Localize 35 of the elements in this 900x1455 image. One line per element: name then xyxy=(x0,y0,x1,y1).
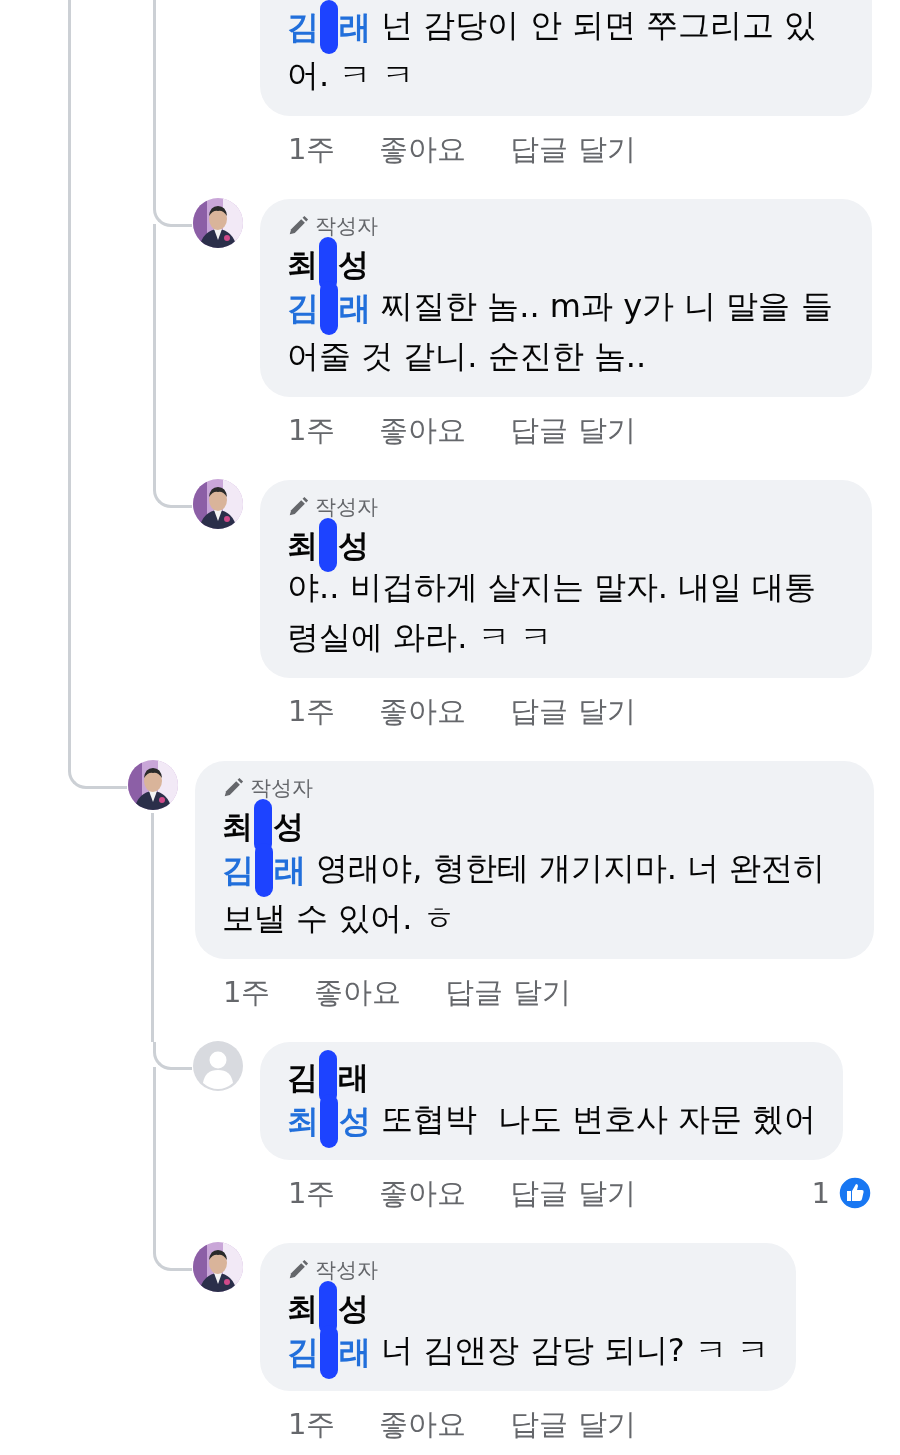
like-link[interactable]: 좋아요 xyxy=(379,407,467,453)
mention-link[interactable]: 김 래 xyxy=(287,281,371,335)
pencil-icon xyxy=(222,777,244,799)
like-link[interactable]: 좋아요 xyxy=(379,126,467,172)
like-link[interactable]: 좋아요 xyxy=(379,1170,467,1216)
redaction-mark xyxy=(320,0,338,54)
mention-link[interactable]: 김 래 xyxy=(222,843,306,897)
comment-text: 김 래 넌 감당이 안 되면 쭈그리고 있어. ㅋ ㅋ xyxy=(287,0,845,100)
like-link[interactable]: 좋아요 xyxy=(379,688,467,734)
reply-link[interactable]: 답글 달기 xyxy=(445,969,571,1015)
reply-link[interactable]: 답글 달기 xyxy=(510,688,636,734)
comment-text: 김 래 영래야, 형한테 개기지마. 너 완전히 보낼 수 있어. ㅎ xyxy=(222,843,847,943)
redaction-mark xyxy=(319,517,337,572)
comment-text: 김 래 찌질한 놈.. m과 y가 니 말을 들어줄 것 같니. 순진한 놈.. xyxy=(287,281,845,381)
timestamp[interactable]: 1주 xyxy=(288,407,336,453)
reaction-count[interactable]: 1 xyxy=(811,1170,830,1216)
reply-link[interactable]: 답글 달기 xyxy=(510,1170,636,1216)
mention-link[interactable]: 김 래 xyxy=(287,0,371,54)
like-link[interactable]: 좋아요 xyxy=(379,1401,467,1447)
author-label: 작성자 xyxy=(315,213,378,240)
author-label: 작성자 xyxy=(315,1257,378,1284)
like-link[interactable]: 좋아요 xyxy=(314,969,402,1015)
reply-link[interactable]: 답글 달기 xyxy=(510,407,636,453)
pencil-icon xyxy=(287,496,309,518)
reply-link[interactable]: 답글 달기 xyxy=(510,1401,636,1447)
author-label: 작성자 xyxy=(250,775,313,802)
reply-link[interactable]: 답글 달기 xyxy=(510,126,636,172)
pencil-icon xyxy=(287,215,309,237)
pencil-icon xyxy=(287,1259,309,1281)
timestamp[interactable]: 1주 xyxy=(288,126,336,172)
timestamp[interactable]: 1주 xyxy=(288,1401,336,1447)
like-icon[interactable] xyxy=(838,1176,872,1210)
timestamp[interactable]: 1주 xyxy=(288,1170,336,1216)
timestamp[interactable]: 1주 xyxy=(288,688,336,734)
timestamp[interactable]: 1주 xyxy=(223,969,271,1015)
